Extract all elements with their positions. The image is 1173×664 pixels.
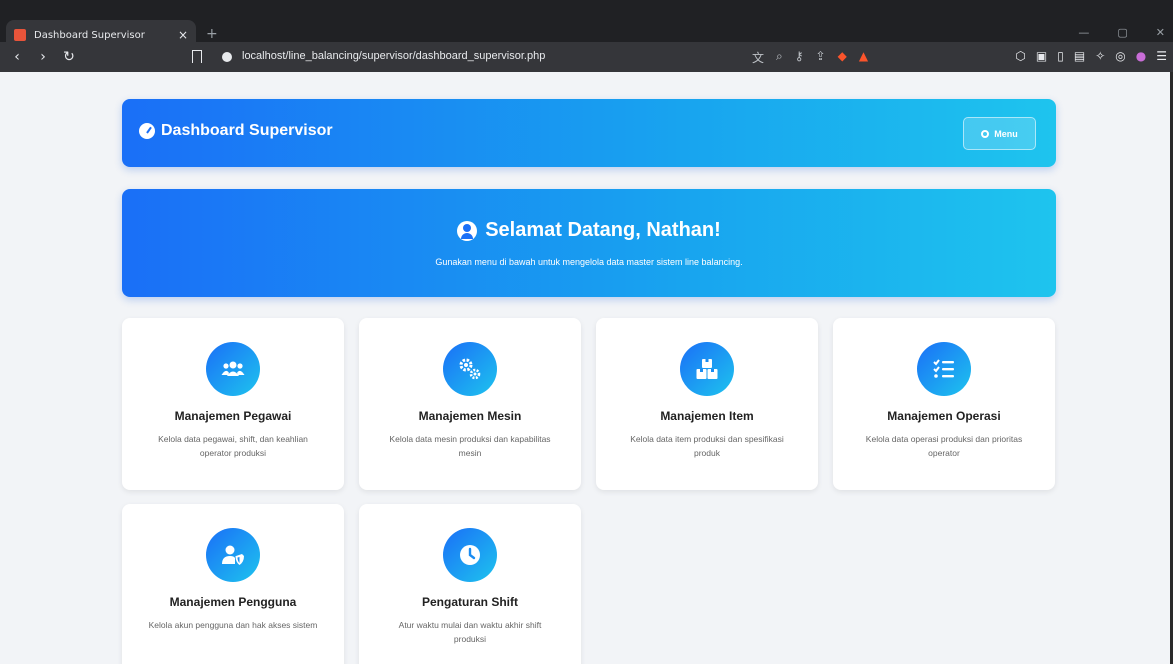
clock-icon [443,528,497,582]
key-icon[interactable]: ⚷ [795,49,804,66]
menu-button[interactable]: Menu [963,117,1036,150]
card-description: Kelola akun pengguna dan hak akses siste… [148,620,318,630]
card-title: Manajemen Mesin [418,409,522,423]
window-controls: — ▢ ✕ [1078,26,1165,39]
close-window-icon[interactable]: ✕ [1156,26,1165,39]
maximize-icon[interactable]: ▢ [1117,26,1127,39]
card-description: Kelola data mesin produksi dan kapabilit… [389,434,551,458]
welcome-banner: Selamat Datang, Nathan! Gunakan menu di … [122,189,1056,297]
wallet-icon[interactable]: ▤ [1074,49,1085,63]
boxes-icon [680,342,734,396]
card-description: Kelola data item produksi dan spesifikas… [630,434,784,458]
zoom-icon[interactable]: ⌕ [776,49,783,66]
welcome-title: Selamat Datang, Nathan! [122,219,1056,242]
card-manajemen-pegawai[interactable]: Manajemen Pegawai Kelola data pegawai, s… [122,318,344,490]
brave-rewards-icon[interactable]: ▲ [859,49,868,66]
leo-icon[interactable]: ✧ [1095,49,1105,63]
window-top-strip [0,0,1173,10]
card-manajemen-item[interactable]: Manajemen Item Kelola data item produksi… [596,318,818,490]
user-circle-icon [457,220,478,241]
address-bar-row: ‹ › ↻ localhost/line_balancing/superviso… [0,42,1173,72]
forward-icon[interactable]: › [32,49,54,65]
gear-icon [981,129,990,138]
card-description: Atur waktu mulai dan waktu akhir shift p… [398,620,542,644]
profile-icon[interactable]: ● [1136,49,1146,63]
menu-icon[interactable]: ☰ [1156,49,1167,63]
card-pengaturan-shift[interactable]: Pengaturan Shift Atur waktu mulai dan wa… [359,504,581,664]
vpn-icon[interactable]: ◎ [1115,49,1125,63]
close-tab-icon[interactable]: × [178,28,188,42]
card-description: Kelola data operasi produksi dan priorit… [865,434,1023,458]
share-icon[interactable]: ⇪ [816,49,826,66]
site-info-icon[interactable] [222,52,232,62]
card-manajemen-mesin[interactable]: Manajemen Mesin Kelola data mesin produk… [359,318,581,490]
reload-icon[interactable]: ↻ [58,49,80,65]
card-manajemen-operasi[interactable]: Manajemen Operasi Kelola data operasi pr… [833,318,1055,490]
card-title: Manajemen Operasi [887,409,1001,423]
card-title: Pengaturan Shift [421,595,518,609]
favicon-icon [14,29,26,41]
card-title: Manajemen Pegawai [174,409,292,423]
list-check-icon [917,342,971,396]
card-title: Manajemen Pengguna [169,595,297,609]
page-title: Dashboard Supervisor [139,122,333,140]
bookmark-icon[interactable] [192,50,202,63]
page-title-text: Dashboard Supervisor [161,122,333,139]
card-manajemen-pengguna[interactable]: Manajemen Pengguna Kelola akun pengguna … [122,504,344,664]
nav-buttons: ‹ › ↻ [6,49,80,65]
menu-label: Menu [994,128,1018,139]
extensions-icon[interactable]: ⬡ [1015,49,1025,63]
users-icon [206,342,260,396]
title-bar: Dashboard Supervisor × + — ▢ ✕ [0,10,1173,50]
user-shield-icon [206,528,260,582]
tab-title: Dashboard Supervisor [34,29,145,41]
dashboard-header: Dashboard Supervisor Menu [122,99,1056,167]
sidebar-icon[interactable]: ▯ [1057,49,1064,63]
welcome-title-text: Selamat Datang, Nathan! [485,219,721,241]
brave-shield-icon[interactable]: ◆ [838,49,847,66]
gauge-icon [139,123,155,139]
translate-icon[interactable]: 文 [752,49,764,66]
page-viewport: Dashboard Supervisor Menu Selamat Datang… [0,72,1173,664]
reader-icon[interactable]: ▣ [1036,49,1047,63]
card-description: Kelola data pegawai, shift, dan keahlian… [158,434,308,458]
extension-icons: ⬡ ▣ ▯ ▤ ✧ ◎ ● ☰ [1015,49,1167,63]
welcome-subtitle: Gunakan menu di bawah untuk mengelola da… [435,257,743,267]
address-icons: 文 ⌕ ⚷ ⇪ ◆ ▲ [752,49,868,66]
url-field[interactable]: localhost/line_balancing/supervisor/dash… [242,50,545,62]
card-title: Manajemen Item [660,409,754,423]
back-icon[interactable]: ‹ [6,49,28,65]
minimize-icon[interactable]: — [1078,26,1089,39]
gears-icon [443,342,497,396]
new-tab-button[interactable]: + [206,26,218,42]
